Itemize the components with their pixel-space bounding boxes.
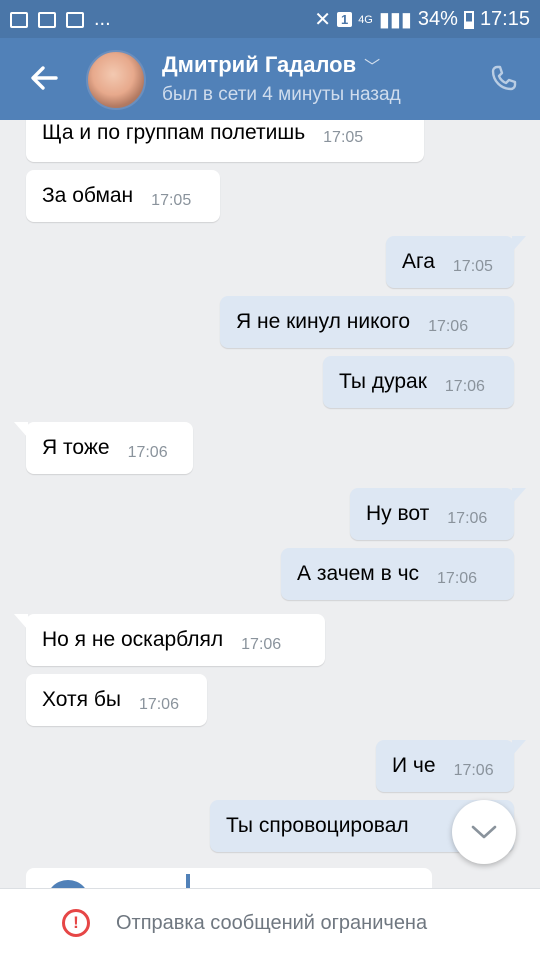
message-time: 17:06 (447, 510, 488, 527)
message-bubble[interactable]: Хотя бы 17:06 (26, 674, 207, 726)
chevron-down-icon: ﹀ (364, 59, 381, 76)
message-text: Ща и по группам полетишь (42, 121, 306, 144)
message-bubble[interactable]: Ага 17:05 (386, 236, 526, 288)
broom-icon (66, 11, 84, 28)
sim-badge: 1 (336, 12, 353, 27)
status-bar: ... ✕ 1 4G ▮▮▮ 34% 17:15 (0, 0, 540, 38)
last-seen-status: был в сети 4 минуты назад (162, 84, 401, 105)
message-bubble[interactable]: Я не кинул никого 17:06 (220, 296, 514, 348)
message-bubble[interactable]: А зачем в чс 17:06 (281, 548, 514, 600)
message-time: 17:06 (241, 636, 282, 653)
message-time: 17:06 (138, 696, 179, 713)
message-bubble[interactable]: Ну вот 17:06 (350, 488, 526, 540)
back-arrow-icon[interactable] (26, 60, 62, 96)
signal-icon: ▮▮▮ (378, 9, 412, 31)
network-type: 4G (358, 13, 373, 26)
message-text: За обман (42, 184, 134, 207)
message-bubble[interactable]: Ща и по группам полетишь 17:05 (26, 120, 424, 162)
avatar[interactable] (86, 50, 146, 110)
message-bubble[interactable]: За обман 17:05 (26, 170, 220, 222)
message-time: 17:05 (452, 258, 493, 275)
message-bubble[interactable]: Я тоже 17:06 (14, 422, 193, 474)
message-time: 17:06 (453, 762, 494, 779)
chat-header: Дмитрий Гадалов ﹀ был в сети 4 минуты наз… (0, 38, 540, 120)
message-text: А зачем в чс (297, 562, 420, 585)
contact-name[interactable]: Дмитрий Гадалов ﹀ (162, 52, 380, 78)
broom-icon (10, 11, 28, 28)
battery-icon (463, 10, 474, 29)
phone-icon[interactable] (490, 64, 518, 92)
message-time: 17:06 (444, 378, 485, 395)
contact-name-text: Дмитрий Гадалов (162, 52, 357, 77)
battery-percent: 34% (417, 8, 458, 30)
restriction-notice: Отправка сообщений ограничена (116, 912, 428, 934)
message-text: Я тоже (42, 436, 110, 459)
message-text: Ну вот (366, 502, 430, 525)
message-time: 17:05 (151, 192, 192, 209)
message-list[interactable]: Ща и по группам полетишь 17:05 За обман … (0, 120, 540, 888)
message-text: И че (392, 754, 436, 777)
clock: 17:15 (479, 8, 530, 30)
message-text: Ты дурак (339, 370, 427, 393)
message-text: Ты спровоцировал (226, 814, 409, 837)
message-time: 17:06 (127, 444, 168, 461)
message-bubble[interactable]: Ты дурак 17:06 (323, 356, 514, 408)
more-notifications: ... (94, 8, 111, 30)
mute-icon: ✕ (314, 9, 331, 31)
message-text: Ага (402, 250, 435, 273)
warning-icon: ! (62, 909, 90, 937)
compose-bar: ! Отправка сообщений ограничена (0, 888, 540, 961)
chevron-down-icon (471, 825, 497, 839)
message-text: Хотя бы (42, 688, 121, 711)
message-bubble[interactable]: И че 17:06 (376, 740, 526, 792)
message-bubble[interactable]: Но я не оскарблял 17:06 (14, 614, 325, 666)
message-time: 17:05 (323, 129, 364, 146)
image-icon (38, 11, 56, 28)
message-time: 17:06 (428, 318, 469, 335)
scroll-to-bottom-button[interactable] (452, 800, 516, 864)
message-text: Но я не оскарблял (42, 628, 224, 651)
message-text: Я не кинул никого (236, 310, 411, 333)
message-time: 17:06 (437, 570, 478, 587)
